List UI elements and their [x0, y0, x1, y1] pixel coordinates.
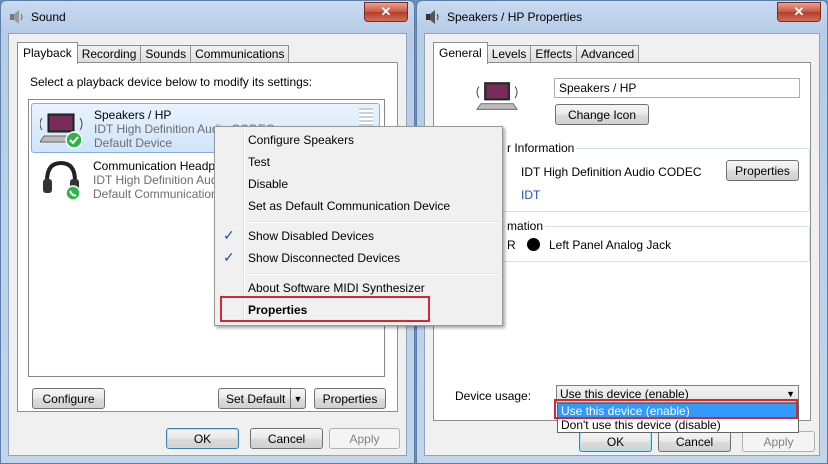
highlight-device-usage-option [554, 399, 798, 419]
menu-separator [245, 221, 500, 223]
group-title: mation [505, 219, 546, 233]
menu-item-set-default-communication[interactable]: Set as Default Communication Device [248, 199, 450, 213]
menu-item-show-disabled[interactable]: Show Disabled Devices [248, 229, 374, 243]
menu-item-configure-speakers[interactable]: Configure Speakers [248, 133, 354, 147]
device-usage-label: Device usage: [455, 389, 532, 403]
headphones-icon [43, 160, 81, 201]
device-status: Default Device [94, 136, 173, 150]
cancel-button[interactable]: Cancel [658, 431, 731, 452]
controller-name: IDT High Definition Audio CODEC [521, 165, 702, 179]
menu-gutter [243, 129, 245, 323]
chevron-down-icon[interactable]: ▼ [290, 389, 305, 409]
close-button[interactable]: ✕ [364, 2, 408, 22]
check-icon: ✓ [223, 249, 235, 265]
window-title: Sound [31, 10, 66, 24]
ok-button[interactable]: OK [166, 428, 239, 449]
tab-levels[interactable]: Levels [486, 45, 532, 63]
instruction-text: Select a playback device below to modify… [30, 75, 313, 89]
tab-effects[interactable]: Effects [530, 45, 577, 63]
properties-tab-strip: General Levels Effects Advanced [433, 42, 640, 64]
device-name: Speakers / HP [94, 108, 172, 122]
highlight-properties-menu-item [220, 296, 430, 322]
sound-titlebar[interactable]: Sound ✕ [1, 1, 414, 33]
tab-playback[interactable]: Playback [17, 42, 78, 64]
jack-label: Left Panel Analog Jack [549, 238, 672, 252]
controller-vendor: IDT [521, 188, 541, 202]
apply-button: Apply [742, 431, 815, 452]
dropdown-option-disable[interactable]: Don't use this device (disable) [558, 418, 798, 432]
menu-item-test[interactable]: Test [248, 155, 270, 169]
tab-sounds[interactable]: Sounds [140, 45, 192, 63]
window-title: Speakers / HP Properties [447, 10, 583, 24]
check-icon: ✓ [223, 227, 235, 243]
cancel-button[interactable]: Cancel [250, 428, 323, 449]
set-default-label: Set Default [226, 392, 286, 406]
controller-properties-button[interactable]: Properties [726, 160, 799, 181]
tab-recording[interactable]: Recording [76, 45, 142, 63]
group-title: r Information [505, 141, 577, 155]
ok-button[interactable]: OK [579, 431, 652, 452]
jack-prefix: R [507, 238, 516, 252]
green-check-icon [65, 131, 83, 149]
tab-communications[interactable]: Communications [190, 45, 290, 63]
green-phone-icon [65, 185, 81, 201]
menu-separator [245, 273, 500, 275]
sound-tab-strip: Playback Recording Sounds Communications [17, 42, 290, 64]
jack-color-dot-icon [527, 238, 540, 251]
menu-item-about-midi[interactable]: About Software MIDI Synthesizer [248, 281, 425, 295]
menu-item-disable[interactable]: Disable [248, 177, 288, 191]
laptop-speaker-icon [476, 82, 518, 110]
device-name-input[interactable]: Speakers / HP [554, 78, 800, 98]
change-icon-button[interactable]: Change Icon [555, 104, 649, 125]
laptop-speaker-icon [40, 113, 83, 149]
configure-button[interactable]: Configure [32, 388, 105, 409]
speaker-icon [10, 10, 23, 24]
properties-titlebar[interactable]: Speakers / HP Properties ✕ [417, 1, 827, 33]
speaker-icon [426, 10, 439, 24]
tab-general[interactable]: General [433, 42, 488, 64]
tab-advanced[interactable]: Advanced [575, 45, 640, 63]
set-default-button[interactable]: Set Default ▼ [218, 388, 306, 409]
menu-item-show-disconnected[interactable]: Show Disconnected Devices [248, 251, 400, 265]
properties-button[interactable]: Properties [314, 388, 386, 409]
apply-button: Apply [329, 428, 400, 449]
close-button[interactable]: ✕ [777, 2, 821, 22]
